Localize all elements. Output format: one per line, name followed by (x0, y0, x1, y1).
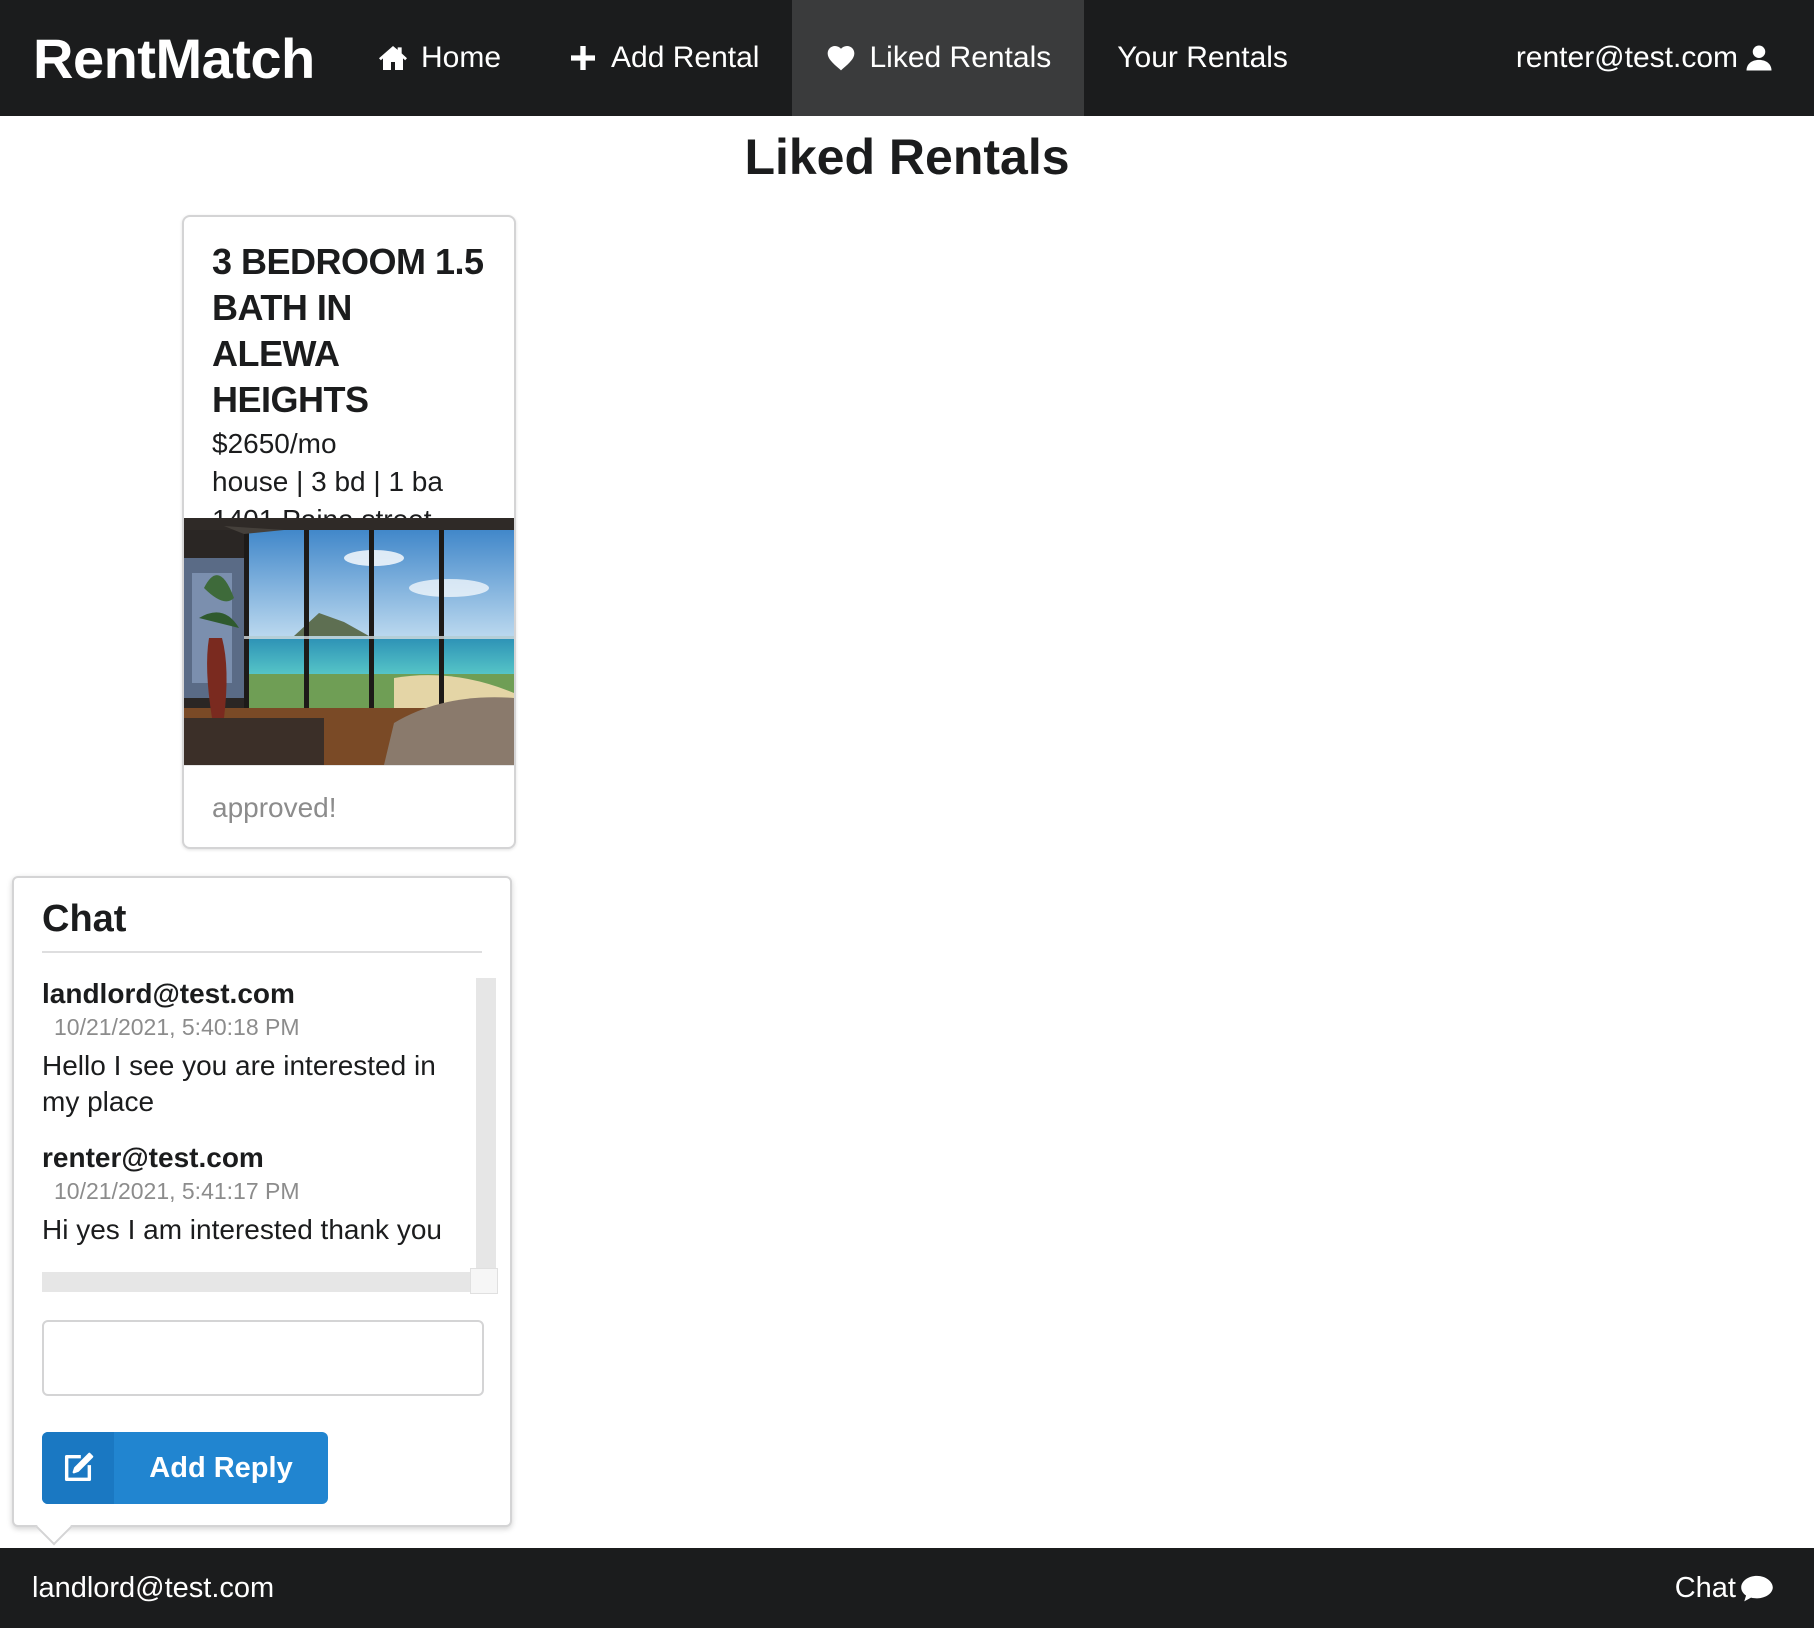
add-reply-label: Add Reply (149, 1451, 293, 1484)
rental-card[interactable]: 3 BEDROOM 1.5 BATH IN ALEWA HEIGHTS $265… (182, 215, 516, 849)
chat-title: Chat (42, 898, 482, 953)
chat-toggle-label: Chat (1674, 1571, 1736, 1604)
rental-status: approved! (184, 765, 514, 847)
vertical-scrollbar[interactable] (476, 978, 496, 1268)
nav-home[interactable]: Home (344, 0, 534, 116)
horizontal-scrollbar[interactable] (42, 1272, 470, 1292)
comment-text: Hello I see you are interested in my pla… (42, 1050, 436, 1117)
nav-add-rental[interactable]: Add Rental (534, 0, 792, 116)
rental-price: $2650/mo (212, 428, 337, 459)
edit-icon (42, 1432, 114, 1504)
rental-photo (184, 518, 514, 765)
brand-logo[interactable]: RentMatch (0, 0, 344, 116)
user-icon (1746, 45, 1772, 71)
rental-details: house | 3 bd | 1 ba (212, 466, 443, 497)
rental-title: 3 BEDROOM 1.5 BATH IN ALEWA HEIGHTS (212, 241, 484, 420)
nav-home-label: Home (421, 41, 502, 74)
bottom-bar: landlord@test.com Chat (0, 1548, 1814, 1628)
scrollbar-corner (470, 1268, 498, 1294)
nav-your-rentals-label: Your Rentals (1117, 41, 1288, 74)
rental-card-content: 3 BEDROOM 1.5 BATH IN ALEWA HEIGHTS $265… (184, 217, 514, 539)
nav-liked-rentals-label: Liked Rentals (869, 41, 1052, 74)
add-reply-button[interactable]: Add Reply (42, 1432, 328, 1504)
contact-email: landlord@test.com (32, 1571, 275, 1604)
comment: renter@test.com 10/21/2021, 5:41:17 PM H… (42, 1142, 452, 1248)
comment-date: 10/21/2021, 5:40:18 PM (54, 1014, 300, 1040)
home-icon (379, 46, 407, 70)
popup-pointer (35, 1508, 73, 1546)
comment: landlord@test.com 10/21/2021, 5:40:18 PM… (42, 978, 452, 1120)
comment-date: 10/21/2021, 5:41:17 PM (54, 1178, 300, 1204)
plus-icon (571, 46, 596, 70)
chat-toggle-button[interactable]: Chat (1675, 1572, 1774, 1605)
comments-list[interactable]: landlord@test.com 10/21/2021, 5:40:18 PM… (42, 978, 486, 1292)
nav-your-rentals[interactable]: Your Rentals (1084, 0, 1321, 116)
reply-input[interactable] (42, 1320, 484, 1396)
comment-author[interactable]: renter@test.com (42, 1142, 452, 1174)
user-email: renter@test.com (1515, 41, 1738, 74)
top-nav-bar: RentMatch Home Add Rental Liked Rentals … (0, 0, 1814, 116)
comment-text: Hi yes I am interested thank you (42, 1214, 442, 1245)
user-menu[interactable]: renter@test.com (1516, 0, 1814, 116)
nav-liked-rentals[interactable]: Liked Rentals (792, 0, 1085, 116)
chat-popup: Chat landlord@test.com 10/21/2021, 5:40:… (12, 876, 512, 1546)
nav-add-rental-label: Add Rental (611, 41, 760, 74)
heart-icon (828, 46, 855, 71)
comment-author[interactable]: landlord@test.com (42, 978, 452, 1010)
comment-icon (1741, 1575, 1773, 1602)
page-title: Liked Rentals (744, 129, 1070, 185)
